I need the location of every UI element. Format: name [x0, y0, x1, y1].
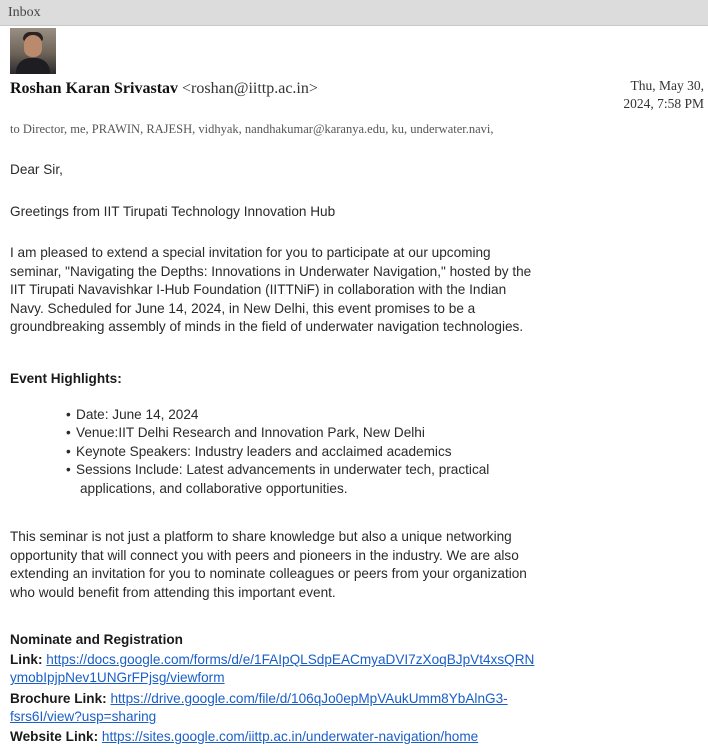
- bullet-icon: •: [66, 407, 71, 422]
- brochure-label: Brochure Link:: [10, 691, 107, 706]
- registration-link[interactable]: https://docs.google.com/forms/d/e/1FAIpQ…: [46, 652, 534, 667]
- list-item: • Date: June 14, 2024: [66, 406, 666, 424]
- date-line-1: Thu, May 30,: [630, 78, 705, 93]
- website-label: Website Link:: [10, 729, 99, 744]
- recipients-line[interactable]: to Director, me, PRAWIN, RAJESH, vidhyak…: [10, 122, 706, 137]
- intro-line: Navy. Scheduled for June 14, 2024, in Ne…: [10, 300, 476, 316]
- bullet-icon: •: [66, 443, 71, 459]
- sender-line: Roshan Karan Srivastav <roshan@iittp.ac.…: [10, 80, 318, 98]
- greeting: Greetings from IIT Tirupati Technology I…: [10, 204, 336, 219]
- intro-line: seminar, "Navigating the Depths: Innovat…: [10, 263, 532, 279]
- date-line-2: 2024, 7:58 PM: [623, 96, 704, 111]
- closing-line: This seminar is not just a platform to s…: [10, 529, 512, 544]
- salutation: Dear Sir,: [10, 162, 63, 177]
- brochure-link-block: Brochure Link: https://drive.google.com/…: [10, 690, 704, 727]
- link-label: Link:: [10, 652, 43, 667]
- list-item-continuation: applications, and collaborative opportun…: [80, 480, 348, 496]
- intro-line: IIT Tirupati Navavishkar I-Hub Foundatio…: [10, 282, 507, 298]
- intro-line: groundbreaking assembly of minds in the …: [10, 319, 524, 335]
- brochure-link-cont[interactable]: fsrs6I/view?usp=sharing: [10, 709, 156, 724]
- closing-line: who would benefit from attending this im…: [10, 584, 336, 600]
- highlights-list: • Date: June 14, 2024 • Venue:IIT Delhi Re…: [66, 406, 666, 498]
- avatar[interactable]: [10, 28, 56, 74]
- message-date: Thu, May 30, 2024, 7:58 PM: [623, 77, 704, 113]
- bullet-icon: •: [66, 462, 71, 478]
- inbox-header: Inbox: [0, 0, 708, 26]
- website-link[interactable]: https://sites.google.com/iittp.ac.in/und…: [102, 729, 478, 744]
- inbox-title: Inbox: [8, 5, 41, 20]
- sender-email[interactable]: <roshan@iittp.ac.in>: [182, 80, 318, 97]
- website-link-block: Website Link: https://sites.google.com/i…: [10, 728, 704, 746]
- list-item: • Venue:IIT Delhi Research and Innovation…: [66, 424, 666, 442]
- avatar-shoulders: [16, 58, 50, 74]
- intro-paragraph: I am pleased to extend a special invitat…: [10, 244, 700, 337]
- highlights-heading: Event Highlights:: [10, 371, 122, 386]
- bullet-icon: •: [66, 425, 71, 441]
- registration-link-block: Link: https://docs.google.com/forms/d/e/…: [10, 651, 704, 688]
- closing-line: extending an invitation for you to nomin…: [10, 566, 527, 582]
- closing-paragraph: This seminar is not just a platform to s…: [10, 528, 700, 602]
- list-item: • Keynote Speakers: Industry leaders and …: [66, 443, 666, 461]
- list-item: • Sessions Include: Latest advancements i…: [66, 461, 666, 498]
- avatar-face: [24, 35, 42, 57]
- registration-link-cont[interactable]: ymobIpjpNev1UNGrFPjsg/viewform: [10, 670, 225, 685]
- sender-name[interactable]: Roshan Karan Srivastav: [10, 80, 178, 97]
- brochure-link[interactable]: https://drive.google.com/file/d/106qJo0e…: [110, 691, 507, 706]
- nominate-heading: Nominate and Registration: [10, 632, 183, 647]
- intro-line: I am pleased to extend a special invitat…: [10, 245, 491, 260]
- closing-line: opportunity that will connect you with p…: [10, 547, 519, 563]
